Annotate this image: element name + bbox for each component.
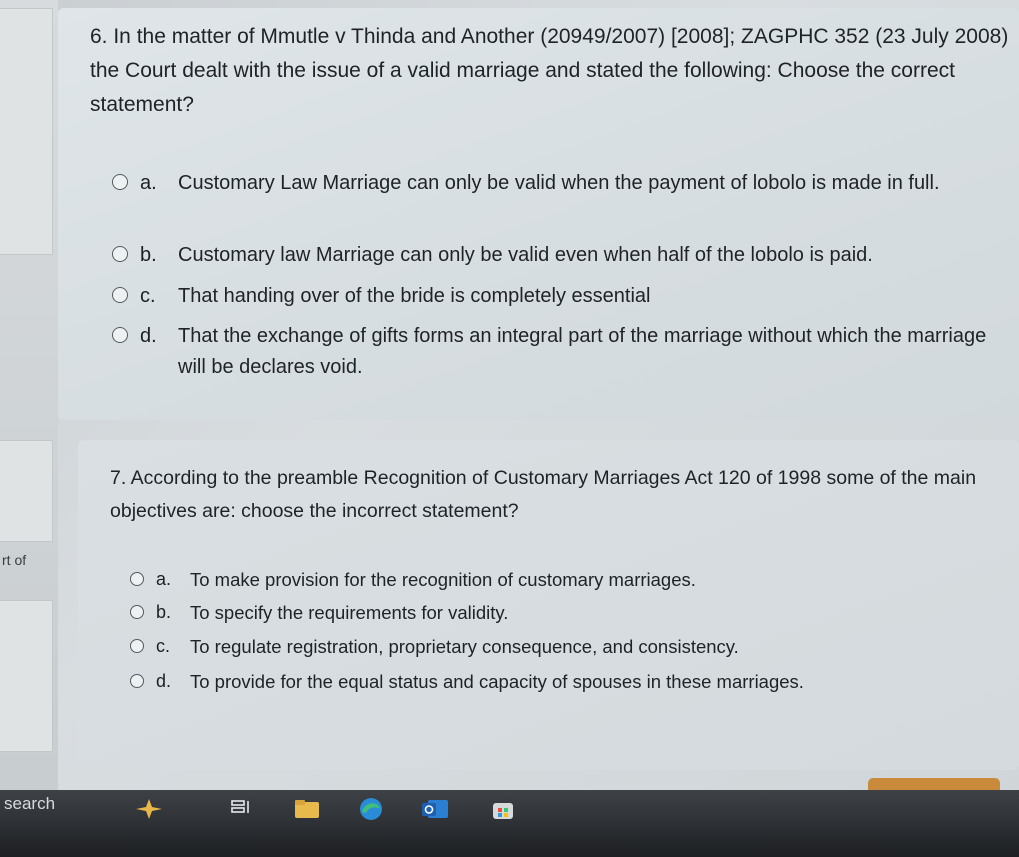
store-icon[interactable]: [488, 796, 518, 822]
radio-button[interactable]: [130, 572, 144, 586]
option-letter: b.: [140, 244, 157, 266]
option-text: That the exchange of gifts forms an inte…: [178, 325, 987, 378]
task-view-icon[interactable]: [226, 796, 256, 822]
question-6-option-b[interactable]: b. Customary law Marriage can only be va…: [112, 240, 988, 271]
radio-button[interactable]: [112, 287, 128, 303]
question-7-option-d[interactable]: d. To provide for the equal status and c…: [130, 666, 950, 697]
edge-icon[interactable]: [356, 796, 386, 822]
question-6-option-a[interactable]: a. Customary Law Marriage can only be va…: [112, 168, 988, 199]
option-text: Customary law Marriage can only be valid…: [178, 244, 873, 266]
copilot-icon[interactable]: [134, 796, 164, 822]
question-6-text: 6. In the matter of Mmutle v Thinda and …: [90, 25, 1009, 116]
option-text: That handing over of the bride is comple…: [178, 285, 651, 307]
question-6-option-c[interactable]: c. That handing over of the bride is com…: [112, 281, 988, 312]
left-panel-card: [0, 8, 53, 255]
option-letter: c.: [156, 636, 171, 656]
question-7-text: 7. According to the preamble Recognition…: [110, 467, 977, 522]
file-explorer-icon[interactable]: [292, 796, 322, 822]
left-panel-fragment: rt of: [2, 552, 27, 568]
left-panel-card: [0, 440, 53, 542]
option-text: To make provision for the recognition of…: [190, 569, 696, 590]
radio-button[interactable]: [112, 327, 128, 343]
radio-button[interactable]: [112, 174, 128, 190]
option-text: To specify the requirements for validity…: [190, 602, 509, 623]
radio-button[interactable]: [130, 605, 144, 619]
question-7-option-b[interactable]: b. To specify the requirements for valid…: [130, 597, 950, 628]
question-6-option-d[interactable]: d. That the exchange of gifts forms an i…: [112, 321, 988, 383]
radio-button[interactable]: [130, 639, 144, 653]
option-letter: d.: [156, 671, 172, 691]
option-letter: a.: [140, 172, 157, 194]
question-7-option-a[interactable]: a. To make provision for the recognition…: [130, 564, 950, 595]
taskbar-search[interactable]: search: [0, 790, 124, 820]
question-7-option-c[interactable]: c. To regulate registration, proprietary…: [130, 631, 950, 662]
option-letter: b.: [156, 602, 172, 622]
option-text: Customary Law Marriage can only be valid…: [178, 172, 940, 194]
option-letter: c.: [140, 285, 156, 307]
option-text: To provide for the equal status and capa…: [190, 671, 804, 692]
option-text: To regulate registration, proprietary co…: [190, 636, 739, 657]
radio-button[interactable]: [130, 674, 144, 688]
option-letter: a.: [156, 569, 172, 589]
left-panel-card: [0, 600, 53, 752]
option-letter: d.: [140, 325, 157, 347]
outlook-icon[interactable]: [420, 796, 450, 822]
radio-button[interactable]: [112, 246, 128, 262]
